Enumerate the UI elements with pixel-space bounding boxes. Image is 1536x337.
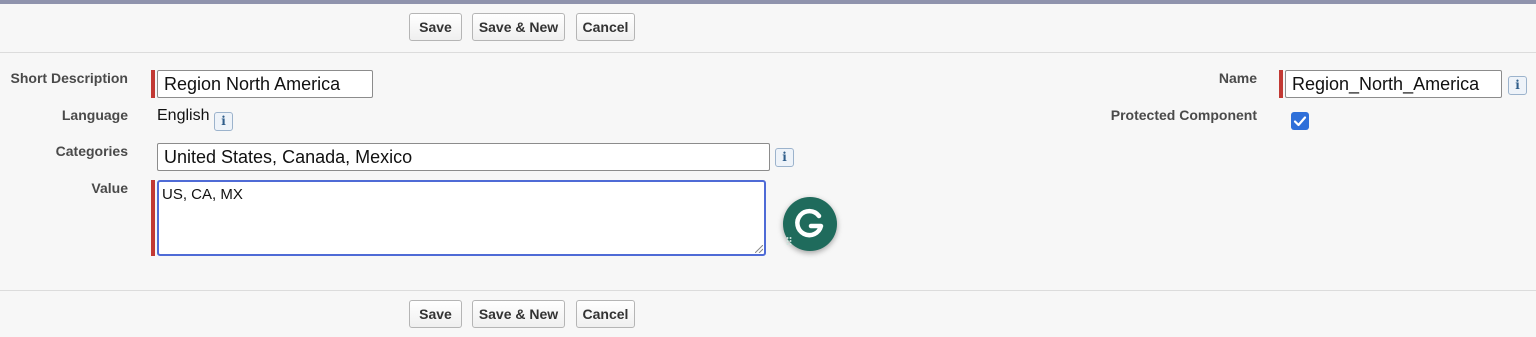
value-text: US, CA, MX xyxy=(162,186,243,203)
short-description-label: Short Description xyxy=(10,70,128,86)
required-indicator xyxy=(151,70,155,98)
save-button[interactable]: Save xyxy=(409,300,462,328)
checkmark-icon xyxy=(1293,116,1307,127)
cancel-button[interactable]: Cancel xyxy=(576,300,635,328)
name-input[interactable]: Region_North_America xyxy=(1285,70,1502,98)
language-label: Language xyxy=(61,107,128,123)
info-icon[interactable]: i xyxy=(775,148,794,167)
categories-input[interactable]: United States, Canada, Mexico xyxy=(157,143,770,171)
required-indicator xyxy=(1279,70,1283,98)
drag-handle-icon[interactable] xyxy=(786,236,792,246)
value-textarea[interactable]: US, CA, MX xyxy=(157,180,766,256)
short-description-input[interactable]: Region North America xyxy=(157,70,373,98)
protected-component-checkbox[interactable] xyxy=(1291,112,1309,130)
save-button[interactable]: Save xyxy=(409,13,462,41)
categories-label: Categories xyxy=(55,143,128,159)
save-and-new-button[interactable]: Save & New xyxy=(472,300,565,328)
protected-component-label: Protected Component xyxy=(1110,107,1257,123)
info-icon[interactable]: i xyxy=(214,112,233,131)
required-indicator xyxy=(151,180,155,256)
bottom-button-row: Save Save & New Cancel xyxy=(0,290,1536,337)
cancel-button[interactable]: Cancel xyxy=(576,13,635,41)
top-button-row: Save Save & New Cancel xyxy=(0,4,1536,53)
value-label: Value xyxy=(91,180,128,196)
language-value: English xyxy=(157,107,210,124)
save-and-new-button[interactable]: Save & New xyxy=(472,13,565,41)
resize-handle-icon[interactable] xyxy=(755,245,763,253)
name-label: Name xyxy=(1218,70,1257,86)
info-icon[interactable]: i xyxy=(1508,76,1527,95)
